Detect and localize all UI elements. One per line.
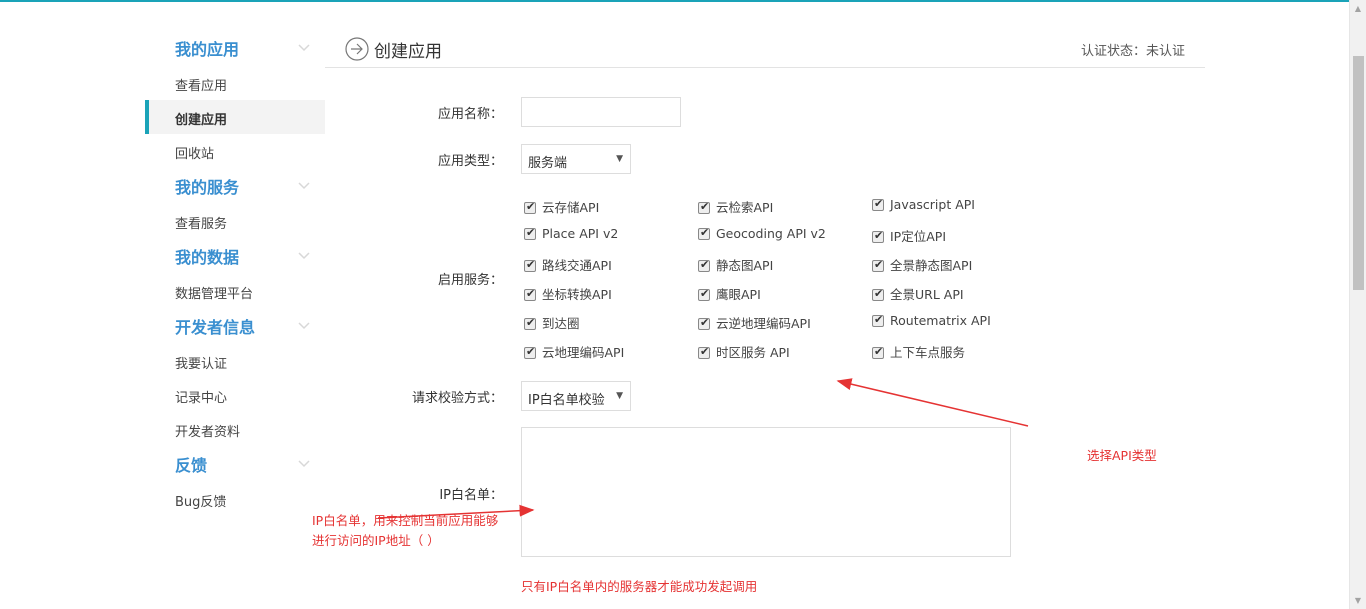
scroll-down-icon[interactable]: ▼ (1350, 592, 1366, 609)
annotation-arrow-api (836, 378, 1029, 427)
scroll-up-icon[interactable]: ▲ (1350, 0, 1366, 17)
vertical-scrollbar[interactable]: ▲ ▼ (1349, 0, 1366, 609)
annotation-arrows (377, 378, 1029, 519)
scrollbar-thumb[interactable] (1353, 56, 1364, 290)
annotation-arrow-whitelist (377, 504, 535, 519)
